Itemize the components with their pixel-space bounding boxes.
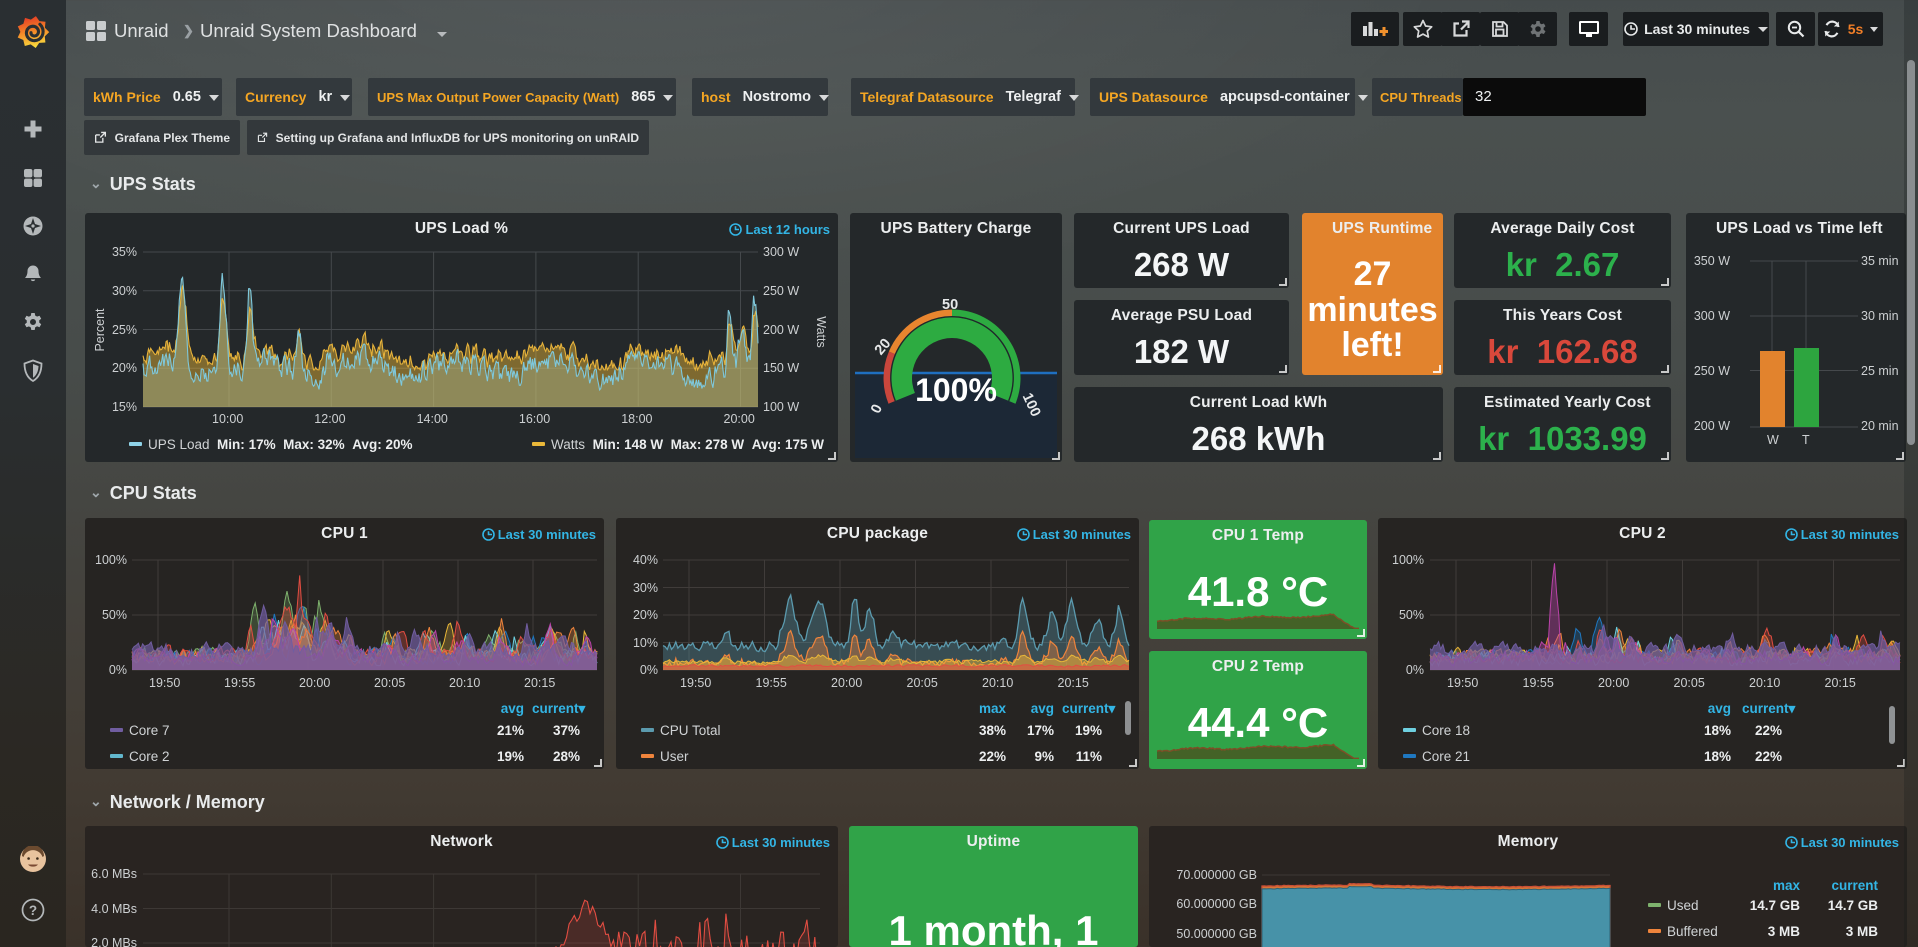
svg-text:?: ? [29,903,37,918]
